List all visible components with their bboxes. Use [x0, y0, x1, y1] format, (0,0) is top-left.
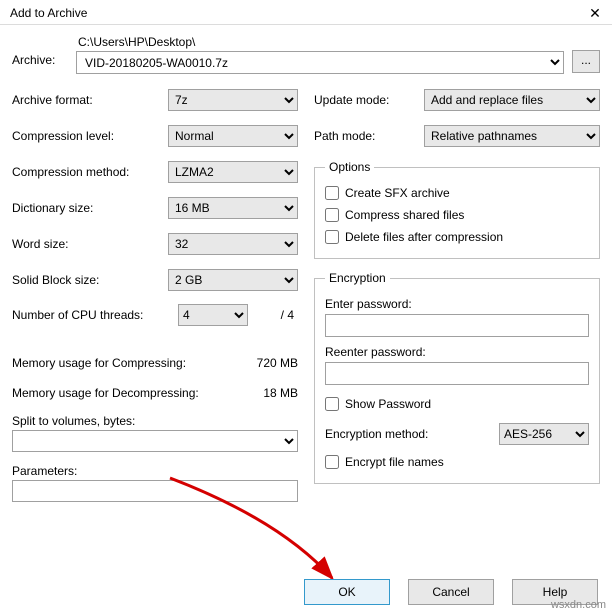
- encrypt-names-checkbox[interactable]: [325, 455, 339, 469]
- params-input[interactable]: [12, 480, 298, 502]
- update-select[interactable]: Add and replace files: [424, 89, 600, 111]
- dict-select[interactable]: 16 MB: [168, 197, 298, 219]
- options-group: Options Create SFX archive Compress shar…: [314, 160, 600, 259]
- mem-comp-label: Memory usage for Compressing:: [12, 356, 257, 370]
- split-select[interactable]: [12, 430, 298, 452]
- close-icon[interactable]: ✕: [588, 6, 602, 20]
- update-label: Update mode:: [314, 93, 424, 107]
- options-legend: Options: [325, 160, 374, 174]
- cancel-button[interactable]: Cancel: [408, 579, 494, 605]
- cpu-label: Number of CPU threads:: [12, 308, 178, 322]
- cpu-select[interactable]: 4: [178, 304, 248, 326]
- level-select[interactable]: Normal: [168, 125, 298, 147]
- block-label: Solid Block size:: [12, 273, 168, 287]
- reenter-pw-label: Reenter password:: [325, 345, 589, 359]
- encryption-group: Encryption Enter password: Reenter passw…: [314, 271, 600, 484]
- method-select[interactable]: LZMA2: [168, 161, 298, 183]
- mem-decomp-value: 18 MB: [263, 386, 298, 400]
- watermark: wsxdn.com: [551, 599, 606, 611]
- reenter-pw-input[interactable]: [325, 362, 589, 385]
- archive-filename-select[interactable]: VID-20180205-WA0010.7z: [76, 51, 564, 74]
- delete-label: Delete files after compression: [345, 230, 503, 244]
- show-pw-label: Show Password: [345, 397, 431, 411]
- format-label: Archive format:: [12, 93, 168, 107]
- word-label: Word size:: [12, 237, 168, 251]
- archive-path: C:\Users\HP\Desktop\: [76, 35, 564, 49]
- enc-method-select[interactable]: AES-256: [499, 423, 589, 445]
- dict-label: Dictionary size:: [12, 201, 168, 215]
- pathmode-select[interactable]: Relative pathnames: [424, 125, 600, 147]
- format-select[interactable]: 7z: [168, 89, 298, 111]
- params-label: Parameters:: [12, 464, 298, 478]
- sfx-checkbox[interactable]: [325, 186, 339, 200]
- enter-pw-label: Enter password:: [325, 297, 589, 311]
- show-pw-checkbox[interactable]: [325, 397, 339, 411]
- mem-comp-value: 720 MB: [257, 356, 298, 370]
- delete-checkbox[interactable]: [325, 230, 339, 244]
- level-label: Compression level:: [12, 129, 168, 143]
- encrypt-names-label: Encrypt file names: [345, 455, 444, 469]
- enter-pw-input[interactable]: [325, 314, 589, 337]
- encryption-legend: Encryption: [325, 271, 390, 285]
- browse-button[interactable]: ...: [572, 50, 600, 73]
- enc-method-label: Encryption method:: [325, 427, 499, 441]
- word-select[interactable]: 32: [168, 233, 298, 255]
- archive-label: Archive:: [12, 35, 68, 67]
- split-label: Split to volumes, bytes:: [12, 414, 298, 428]
- method-label: Compression method:: [12, 165, 168, 179]
- pathmode-label: Path mode:: [314, 129, 424, 143]
- ok-button[interactable]: OK: [304, 579, 390, 605]
- sfx-label: Create SFX archive: [345, 186, 450, 200]
- window-title: Add to Archive: [10, 6, 87, 20]
- cpu-total: / 4: [248, 308, 298, 322]
- block-select[interactable]: 2 GB: [168, 269, 298, 291]
- shared-label: Compress shared files: [345, 208, 464, 222]
- mem-decomp-label: Memory usage for Decompressing:: [12, 386, 263, 400]
- shared-checkbox[interactable]: [325, 208, 339, 222]
